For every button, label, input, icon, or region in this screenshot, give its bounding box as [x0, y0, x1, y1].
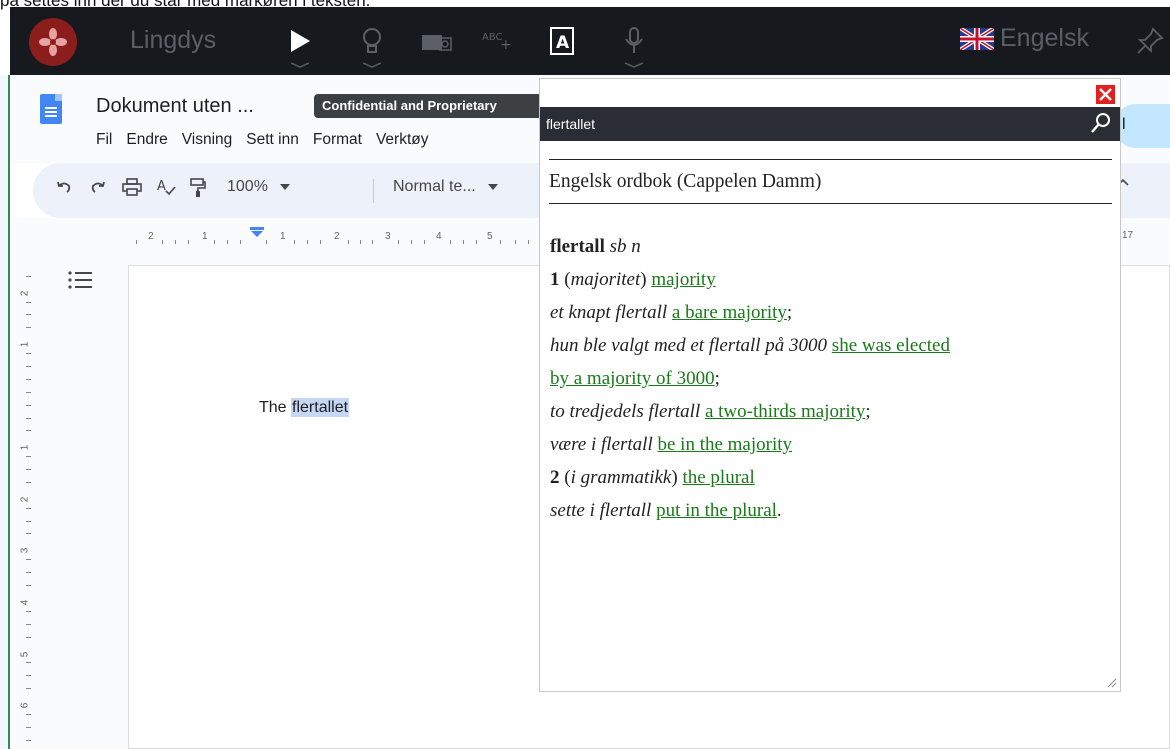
spellcheck-icon[interactable]: A — [156, 178, 176, 196]
translation-link[interactable]: she was elected — [832, 335, 950, 356]
part-of-speech: sb n — [609, 236, 641, 257]
ruler-label: 2 — [334, 231, 340, 242]
example-norwegian: hun ble valgt med et flertall på 3000 — [550, 335, 828, 356]
translation-link[interactable]: majority — [651, 269, 715, 290]
zoom-select[interactable]: 100% — [227, 178, 290, 196]
ruler-label: 4 — [436, 231, 442, 242]
document-title[interactable]: Dokument uten ... — [96, 95, 254, 118]
example-row: sette i flertall put in the plural. — [550, 500, 782, 521]
example-norwegian: et knapt flertall — [550, 302, 668, 323]
translation-link[interactable]: a bare majority — [672, 302, 787, 323]
ruler-label: 1 — [202, 231, 208, 242]
ruler-label: 1 — [280, 231, 286, 242]
sense-label: majoritet — [570, 269, 641, 290]
sense-row: 1 (majoritet) majority — [550, 269, 716, 290]
redo-icon[interactable] — [89, 178, 107, 196]
vruler-label: 6 — [19, 702, 31, 709]
example-row: hun ble valgt med et flertall på 3000 sh… — [550, 329, 1110, 362]
lightbulb-icon[interactable] — [352, 21, 392, 68]
print-icon[interactable] — [122, 178, 142, 196]
example-norwegian: to tredjedels flertall — [550, 401, 701, 422]
dictionary-source: Engelsk ordbok (Cappelen Damm) — [549, 171, 822, 192]
dictionary-search-input[interactable] — [546, 111, 1076, 137]
example-row: være i flertall be in the majority — [550, 428, 1110, 461]
zoom-value: 100% — [227, 178, 268, 195]
ruler-label: 5 — [487, 231, 493, 242]
translation-link[interactable]: by a majority of 3000 — [550, 368, 715, 389]
window-edge — [0, 75, 10, 749]
menu-format[interactable]: Format — [313, 131, 362, 149]
undo-icon[interactable] — [55, 178, 73, 196]
dictionary-search-bar — [540, 107, 1120, 141]
svg-text:A: A — [157, 179, 166, 194]
sense-number: 2 — [550, 467, 560, 488]
vruler-label: 1 — [19, 444, 31, 451]
menu-insert[interactable]: Sett inn — [246, 131, 299, 149]
translation-link[interactable]: be in the majority — [657, 434, 792, 455]
menu-tools[interactable]: Verktøy — [376, 131, 429, 149]
svg-text:+: + — [500, 37, 512, 53]
example-norwegian: være i flertall — [550, 434, 653, 455]
menu-view[interactable]: Visning — [182, 131, 233, 149]
menu-file[interactable]: Fil — [96, 131, 112, 149]
lingdys-logo-icon[interactable] — [29, 18, 77, 66]
toolbar-divider — [373, 179, 374, 203]
vertical-ruler[interactable]: 2 1 1 2 3 4 5 6 — [12, 262, 34, 749]
search-icon[interactable] — [1090, 112, 1112, 134]
lingdys-toolbar: Lingdys ABC + A Engelsk — [10, 7, 1170, 75]
vruler-label: 1 — [19, 341, 31, 348]
vruler-label: 5 — [19, 651, 31, 658]
example-norwegian: sette i flertall — [550, 500, 652, 521]
style-select[interactable]: Normal te... — [393, 178, 498, 196]
close-icon[interactable] — [1096, 85, 1115, 104]
indent-marker-icon[interactable] — [250, 227, 264, 237]
ruler-label: 17 — [1122, 230, 1134, 241]
pin-icon[interactable] — [1130, 21, 1170, 61]
document-body-text[interactable]: The flertallet — [259, 398, 350, 417]
example-row: et knapt flertall a bare majority; — [550, 302, 793, 323]
lingdys-title: Lingdys — [130, 26, 217, 54]
menu-edit[interactable]: Endre — [126, 131, 167, 149]
play-icon[interactable] — [280, 21, 320, 68]
translation-link[interactable]: a two-thirds majority — [705, 401, 865, 422]
dictionary-popup: Engelsk ordbok (Cappelen Damm) flertall … — [539, 78, 1121, 692]
dictionary-entry: flertall sb n 1 (majoritet) majority et … — [550, 230, 1110, 527]
divider — [549, 159, 1112, 160]
svg-text:A: A — [556, 33, 570, 53]
sense-row: 2 (i grammatikk) the plural — [550, 467, 755, 488]
share-button[interactable]: l — [1114, 104, 1170, 148]
classification-badge: Confidential and Proprietary — [314, 94, 554, 118]
example-row: to tredjedels flertall a two-thirds majo… — [550, 401, 871, 422]
menu-bar: Fil Endre Visning Sett inn Format Verktø… — [96, 131, 429, 149]
vruler-label: 4 — [19, 599, 31, 606]
entry-headword-row: flertall sb n — [550, 230, 1110, 263]
vruler-label: 2 — [19, 290, 31, 297]
language-selector[interactable]: Engelsk — [958, 24, 1089, 53]
paint-format-icon[interactable] — [189, 178, 207, 198]
vruler-label: 3 — [19, 547, 31, 554]
uk-flag-icon — [958, 25, 996, 52]
headword: flertall — [550, 236, 605, 257]
resize-handle-icon[interactable] — [1107, 678, 1117, 688]
style-value: Normal te... — [393, 178, 476, 195]
dictionary-icon[interactable]: A — [542, 21, 582, 61]
abc-spell-icon[interactable]: ABC + — [478, 21, 518, 61]
sense-label: i grammatikk — [570, 467, 672, 488]
language-label: Engelsk — [1000, 24, 1089, 52]
example-row-continued: by a majority of 3000; — [550, 368, 720, 389]
ruler-label: 3 — [385, 231, 391, 242]
ruler-label: 2 — [148, 231, 154, 242]
microphone-icon[interactable] — [614, 21, 654, 68]
docs-logo-icon[interactable] — [40, 94, 62, 124]
plain-text: The — [259, 399, 292, 416]
divider — [549, 203, 1112, 204]
document-outline-icon[interactable] — [68, 270, 94, 290]
translation-link[interactable]: the plural — [682, 467, 754, 488]
selected-word[interactable]: flertallet — [291, 398, 350, 417]
camera-icon[interactable] — [416, 21, 456, 61]
sense-number: 1 — [550, 269, 560, 290]
translation-link[interactable]: put in the plural — [656, 500, 777, 521]
vruler-label: 2 — [19, 496, 31, 503]
